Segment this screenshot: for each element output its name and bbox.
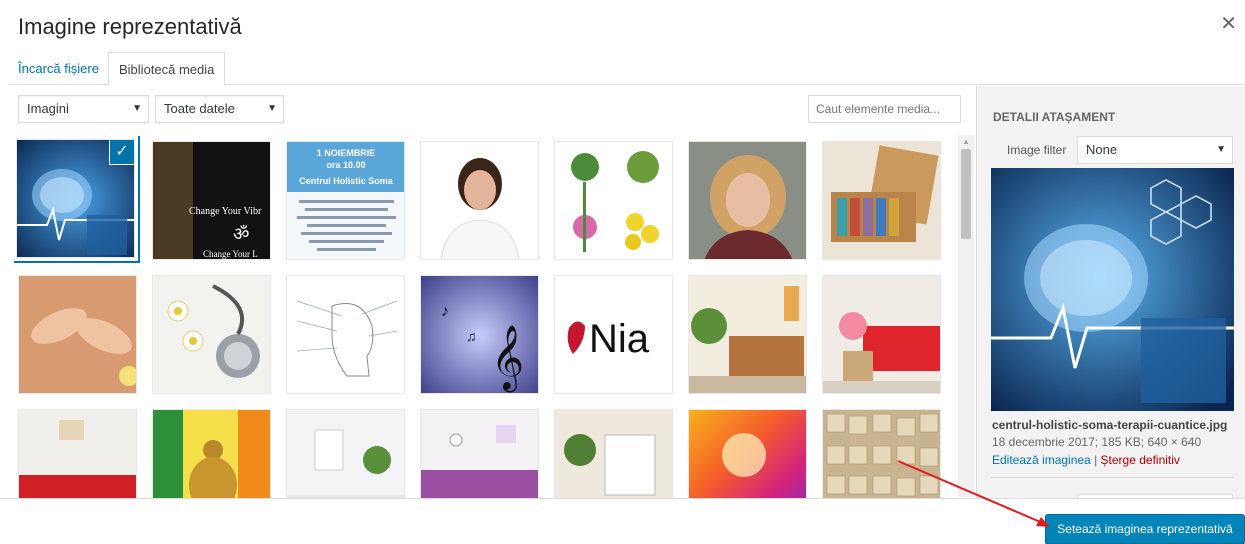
poster-title: Centrul Holistic Soma (299, 176, 394, 186)
image-filter-label: Image filter (1007, 143, 1067, 157)
media-item-music[interactable]: 𝄞 ♪ ♫ (420, 275, 539, 394)
chakra-text-bottom: Change Your L (203, 249, 258, 259)
set-featured-image-button[interactable]: Setează imaginea reprezentativă (1045, 514, 1245, 544)
media-item-red-sofa[interactable] (18, 409, 137, 498)
chevron-down-icon: ▼ (267, 103, 277, 114)
red-room-thumbnail (823, 276, 940, 393)
tab-upload-files[interactable]: Încarcă fișiere (8, 52, 109, 85)
media-item-lobby[interactable] (554, 409, 673, 498)
media-item-purple-room[interactable] (420, 409, 539, 498)
letter-tiles-thumbnail (823, 410, 940, 498)
chakra-text-top: Change Your Vibr (189, 206, 262, 217)
link-separator: | (1094, 453, 1098, 467)
media-type-value: Imagini (27, 101, 69, 116)
media-item-brain[interactable]: ✓ (16, 139, 135, 258)
media-item-portrait-blonde[interactable] (688, 141, 807, 260)
media-item-chakra[interactable]: Change Your Vibr ॐ Change Your L (152, 141, 271, 260)
treble-clef-icon: 𝄞 (491, 325, 524, 392)
rainbow-thumbnail (689, 410, 806, 498)
media-item-buddha[interactable] (152, 409, 271, 498)
purple-room-thumbnail (421, 410, 538, 498)
media-item-herbs[interactable] (554, 141, 673, 260)
image-filter-value: None (1086, 142, 1118, 157)
media-item-event-poster[interactable]: 1 NOIEMBRIE ora 10.00 Centrul Holistic S… (286, 141, 405, 260)
poster-date: 1 NOIEMBRIE (317, 148, 376, 158)
attachment-details-heading: DETALII ATAȘAMENT (993, 110, 1116, 124)
nia-logo-text: Nia (589, 317, 650, 361)
buddha-thumbnail (153, 410, 270, 498)
stethoscope-thumbnail (153, 276, 270, 393)
tab-media-library[interactable]: Bibliotecă media (108, 52, 226, 86)
poster-thumbnail: 1 NOIEMBRIE ora 10.00 Centrul Holistic S… (287, 142, 404, 259)
media-item-rainbow[interactable] (688, 409, 807, 498)
brain-preview-image (991, 168, 1234, 411)
image-filter-select[interactable]: None ▼ (1077, 136, 1233, 164)
portrait-thumbnail (421, 142, 538, 259)
checkmark-icon[interactable]: ✓ (110, 140, 134, 164)
date-filter-value: Toate datele (164, 101, 235, 116)
media-grid: ✓ Change Your Vibr ॐ Change Your L 1 NOI… (14, 136, 948, 498)
chevron-down-icon: ▼ (1216, 144, 1226, 155)
lobby-thumbnail (555, 410, 672, 498)
media-type-select[interactable]: Imagini ▼ (18, 95, 149, 123)
box-thumbnail (823, 142, 940, 259)
attachment-preview (991, 168, 1234, 411)
nia-logo-thumbnail: Nia (555, 276, 672, 393)
media-item-nia-logo[interactable]: Nia (554, 275, 673, 394)
portrait-blonde-thumbnail (689, 142, 806, 259)
media-grid-scrollbar[interactable]: ▲ (958, 135, 974, 497)
media-item-stethoscope[interactable] (152, 275, 271, 394)
dialog-title: Imagine reprezentativă (18, 14, 242, 39)
scrollbar-thumb[interactable] (961, 149, 971, 239)
tab-bar: Încarcă fișiere Bibliotecă media (8, 52, 1245, 86)
om-symbol-icon: ॐ (233, 224, 249, 245)
sidebar-divider (991, 477, 1234, 478)
media-item-massage[interactable] (18, 275, 137, 394)
head-diagram-thumbnail (287, 276, 404, 393)
chevron-down-icon: ▼ (132, 103, 142, 114)
media-item-portrait-woman[interactable] (420, 141, 539, 260)
edit-image-link[interactable]: Editează imaginea (992, 453, 1091, 467)
date-filter-select[interactable]: Toate datele ▼ (155, 95, 284, 123)
massage-thumbnail (19, 276, 136, 393)
attachment-details-sidebar: DETALII ATAȘAMENT Image filter None ▼ ce… (976, 86, 1245, 500)
media-item-reception[interactable] (688, 275, 807, 394)
media-item-letter-tiles[interactable] (822, 409, 941, 498)
music-thumbnail: 𝄞 ♪ ♫ (421, 276, 538, 393)
white-room-thumbnail (287, 410, 404, 498)
chakra-thumbnail: Change Your Vibr ॐ Change Your L (153, 142, 270, 259)
music-note-icon: ♫ (466, 328, 477, 344)
attachment-meta: 18 decembrie 2017; 185 KB; 640 × 640 (992, 435, 1202, 449)
close-icon[interactable]: ✕ (1220, 14, 1237, 34)
scroll-up-icon[interactable]: ▲ (962, 137, 970, 146)
music-note-icon: ♪ (441, 303, 449, 320)
herbs-thumbnail (555, 142, 672, 259)
media-item-red-room[interactable] (822, 275, 941, 394)
delete-permanently-link[interactable]: Șterge definitiv (1101, 453, 1180, 467)
media-item-box[interactable] (822, 141, 941, 260)
attachment-actions: Editează imaginea | Șterge definitiv (992, 453, 1180, 467)
media-search-input[interactable]: Caut elemente media... (808, 95, 961, 123)
red-sofa-thumbnail (19, 410, 136, 498)
media-item-head-diagram[interactable] (286, 275, 405, 394)
media-item-white-room[interactable] (286, 409, 405, 498)
reception-thumbnail (689, 276, 806, 393)
attachment-filename: centrul-holistic-soma-terapii-cuantice.j… (992, 418, 1228, 432)
poster-time: ora 10.00 (326, 160, 365, 170)
